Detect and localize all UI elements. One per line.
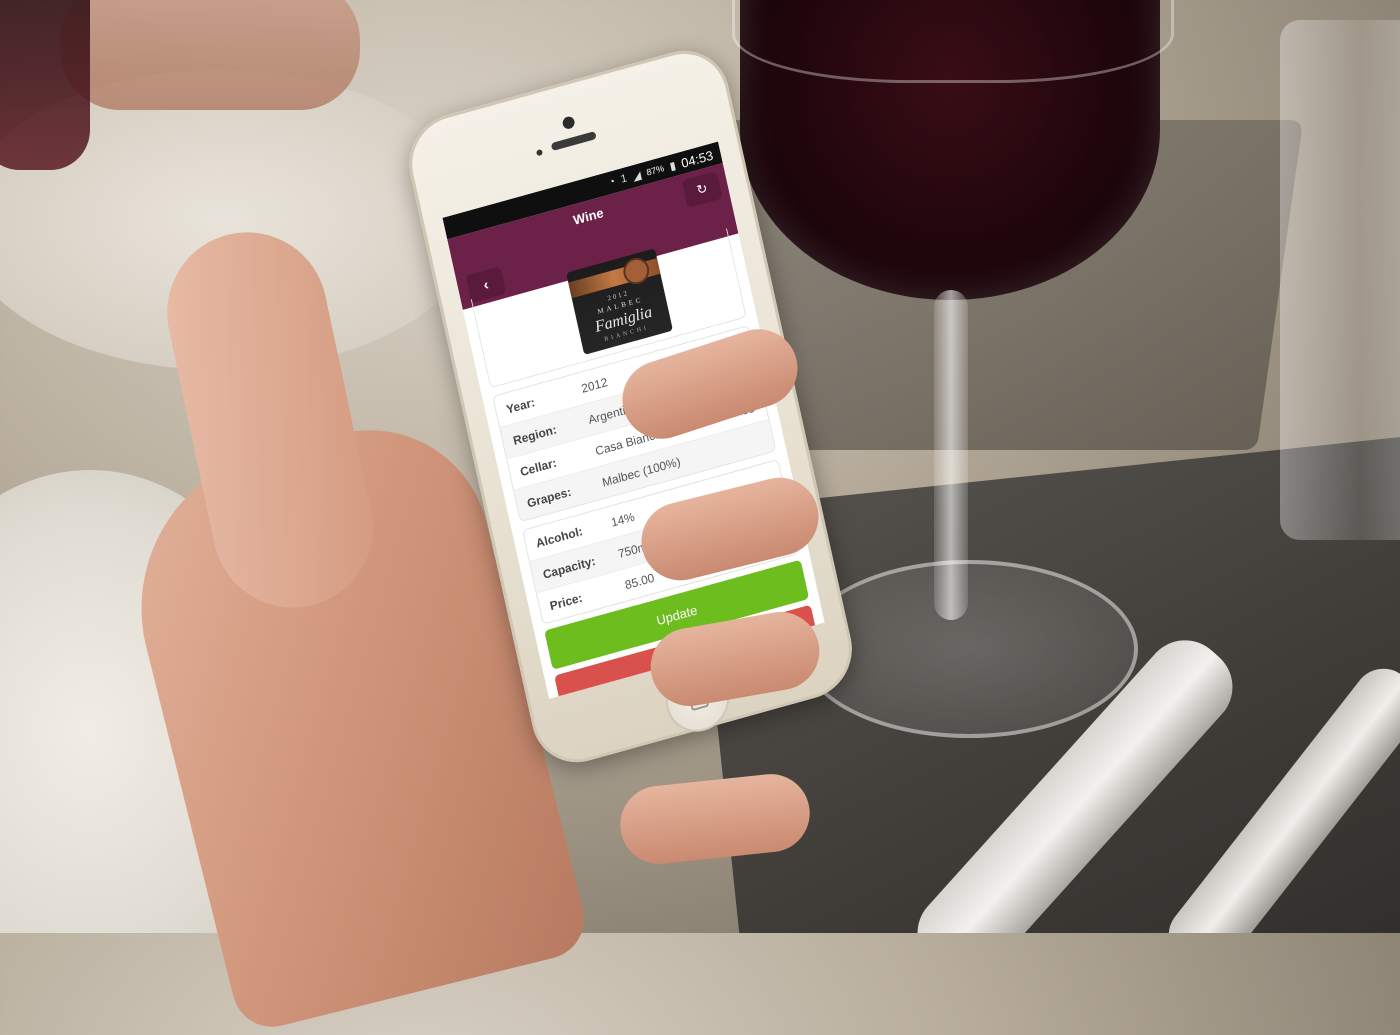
trash-icon: 🗑 [652,659,669,676]
sim-indicator: 1 [619,172,629,186]
front-camera-icon [561,115,576,131]
refresh-icon: ↻ [695,180,709,198]
proximity-sensor [535,148,543,157]
battery-icon: ▮ [668,159,677,173]
signal-icon: ◢ [631,168,643,183]
battery-percentage: 87% [645,163,666,178]
wifi-icon: ◔ [607,175,617,190]
wine-detail-content: 2012 MALBEC Famiglia BIANCHI Year: 2012 … [461,226,825,699]
water-glass [1280,20,1400,540]
spec-value: 750ml [616,538,652,561]
chevron-left-icon: ‹ [481,275,491,294]
detail-value: 2012 [579,374,609,396]
background-hand [60,0,360,110]
spec-value: 85.00 [623,570,656,592]
spec-value: 14% [609,509,636,530]
wine-glass-rim [732,0,1174,83]
background-wine-glass-left [0,0,90,170]
earpiece-speaker [550,130,597,152]
refresh-button[interactable]: ↻ [681,171,723,209]
update-button-label: Update [654,601,699,628]
home-square-icon [688,688,710,712]
